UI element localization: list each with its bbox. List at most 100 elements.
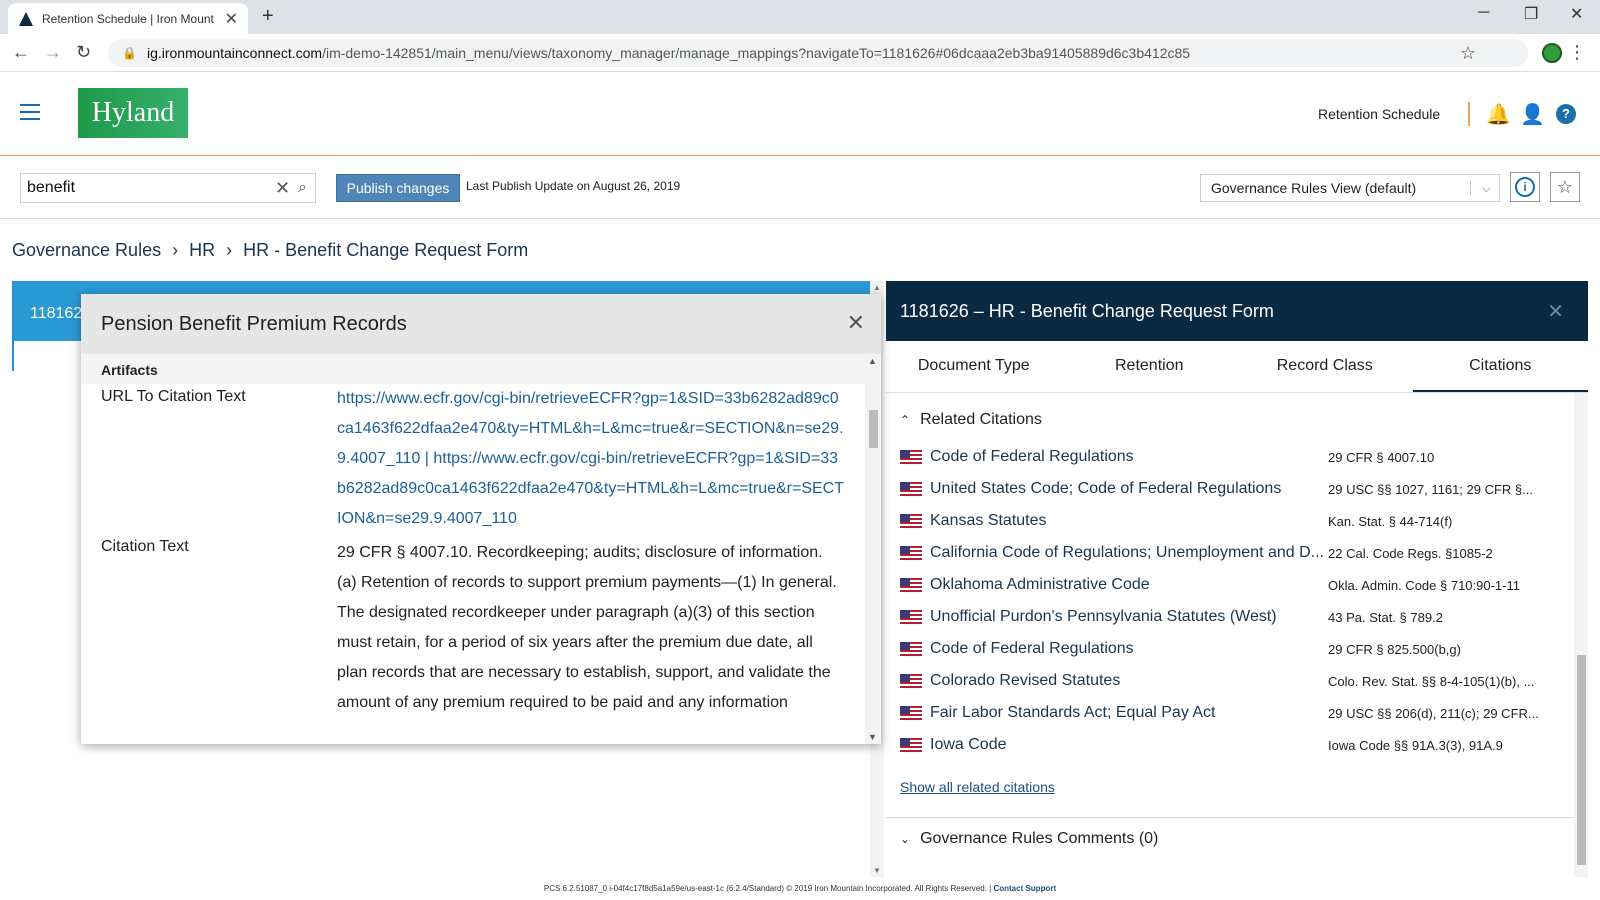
us-flag-icon (900, 546, 922, 560)
breadcrumb-item[interactable]: HR (189, 240, 215, 260)
us-flag-icon (900, 642, 922, 656)
citation-ref: 22 Cal. Code Regs. §1085-2 (1328, 545, 1493, 561)
footer: PCS 6.2.51087_0 i-04f4c17f8d5a1a59e/us-e… (0, 884, 1600, 893)
artifacts-section: Artifacts (81, 354, 865, 384)
menu-kebab-icon[interactable]: ⋮ (1568, 42, 1586, 63)
citation-name[interactable]: Colorado Revised Statutes (930, 672, 1328, 690)
close-icon[interactable]: ✕ (847, 310, 865, 336)
contact-support-link[interactable]: Contact Support (993, 884, 1056, 893)
us-flag-icon (900, 706, 922, 720)
app-header: Hyland Retention Schedule 🔔 👤 ? (0, 72, 1600, 156)
citation-name[interactable]: Iowa Code (930, 736, 1328, 754)
citation-name[interactable]: Oklahoma Administrative Code (930, 576, 1328, 594)
citation-name[interactable]: California Code of Regulations; Unemploy… (930, 544, 1328, 562)
lock-icon: 🔒 (122, 46, 137, 60)
select-divider (1470, 181, 1471, 195)
tab-retention[interactable]: Retention (1062, 341, 1238, 392)
hamburger-menu-icon[interactable] (20, 104, 40, 125)
chevron-down-icon: ⌵ (1481, 180, 1491, 195)
citation-item: Colorado Revised Statutes Colo. Rev. Stat… (900, 665, 1560, 697)
us-flag-icon (900, 514, 922, 528)
us-flag-icon (900, 578, 922, 592)
search-input[interactable] (21, 179, 275, 197)
reload-icon[interactable]: ↻ (76, 42, 91, 63)
scroll-down-icon[interactable]: ▼ (873, 866, 881, 875)
new-tab-icon[interactable]: + (262, 5, 274, 28)
publish-changes-button[interactable]: Publish changes (336, 174, 460, 202)
detail-panel: 1181626 – HR - Benefit Change Request Fo… (886, 281, 1588, 877)
panel-tabs: Document Type Retention Record Class Cit… (886, 341, 1588, 393)
close-tab-icon[interactable]: ✕ (225, 9, 238, 29)
citation-ref: Kan. Stat. § 44-714(f) (1328, 513, 1453, 529)
hyland-logo: Hyland (78, 88, 188, 138)
close-icon[interactable]: ✕ (1547, 299, 1564, 324)
help-icon[interactable]: ? (1556, 104, 1576, 124)
modal-scrollbar[interactable]: ▲ ▼ (865, 354, 881, 744)
citation-item: Iowa Code Iowa Code §§ 91A.3(3), 91A.9 (900, 729, 1560, 761)
extension-icon[interactable] (1542, 43, 1562, 63)
maximize-icon[interactable]: ❐ (1524, 4, 1538, 24)
scroll-thumb[interactable] (869, 410, 878, 448)
chevron-down-icon: ⌄ (900, 832, 911, 846)
close-window-icon[interactable]: ✕ (1570, 4, 1583, 24)
citation-item: Fair Labor Standards Act; Equal Pay Act 2… (900, 697, 1560, 729)
tab-citations[interactable]: Citations (1412, 341, 1588, 392)
last-publish-text: Last Publish Update on August 26, 2019 (466, 179, 681, 193)
us-flag-icon (900, 610, 922, 624)
footer-text: PCS 6.2.51087_0 i-04f4c17f8d5a1a59e/us-e… (543, 884, 992, 893)
citation-name[interactable]: Code of Federal Regulations (930, 448, 1328, 466)
view-select-value: Governance Rules View (default) (1211, 180, 1417, 196)
browser-tab[interactable]: Retention Schedule | Iron Mount ✕ (8, 3, 248, 34)
citation-ref: 29 CFR § 825.500(b,g) (1328, 641, 1461, 657)
search-icon[interactable]: ⌕ (298, 179, 307, 197)
citation-name[interactable]: Kansas Statutes (930, 512, 1328, 530)
back-icon[interactable]: ← (12, 42, 30, 63)
bookmark-star-icon[interactable]: ☆ (1460, 43, 1476, 64)
info-button[interactable]: i (1510, 172, 1540, 202)
breadcrumb-separator-icon: › (226, 240, 233, 260)
scroll-down-icon[interactable]: ▼ (868, 732, 877, 742)
left-record-id: 118162 (30, 305, 83, 322)
citation-ref: 43 Pa. Stat. § 789.2 (1328, 609, 1443, 625)
related-citations-toggle[interactable]: ⌃ Related Citations (886, 393, 1574, 429)
citation-url-link[interactable]: https://www.ecfr.gov/cgi-bin/retrieveECF… (337, 384, 845, 534)
citation-name[interactable]: Code of Federal Regulations (930, 640, 1328, 658)
citation-item: Unofficial Purdon's Pennsylvania Statute… (900, 601, 1560, 633)
citation-ref: 29 USC §§ 206(d), 211(c); 29 CFR... (1328, 705, 1539, 721)
citation-ref: Okla. Admin. Code § 710:90-1-11 (1328, 577, 1520, 593)
comments-toggle[interactable]: ⌄ Governance Rules Comments (0) (886, 817, 1574, 860)
scroll-up-icon[interactable]: ▲ (873, 283, 881, 292)
panel-title: 1181626 – HR - Benefit Change Request Fo… (900, 301, 1274, 321)
forward-icon[interactable]: → (44, 42, 62, 63)
section-title: Retention Schedule (1318, 106, 1441, 122)
show-all-citations-link[interactable]: Show all related citations (900, 779, 1055, 795)
header-divider (1468, 102, 1470, 126)
breadcrumb-item[interactable]: Governance Rules (12, 240, 161, 260)
url-host: ig.ironmountainconnect.com (146, 45, 323, 61)
citation-name[interactable]: United States Code; Code of Federal Regu… (930, 480, 1328, 498)
citation-ref: 29 CFR § 4007.10 (1328, 449, 1435, 465)
scroll-up-icon[interactable]: ▲ (868, 356, 877, 366)
panel-header: 1181626 – HR - Benefit Change Request Fo… (886, 281, 1588, 341)
us-flag-icon (900, 738, 922, 752)
citation-item: California Code of Regulations; Unemploy… (900, 537, 1560, 569)
citation-name[interactable]: Fair Labor Standards Act; Equal Pay Act (930, 704, 1328, 722)
clear-icon[interactable]: ✕ (275, 178, 290, 199)
panel-scrollbar[interactable] (1574, 393, 1588, 877)
favorite-star-button[interactable]: ☆ (1550, 172, 1580, 202)
minimize-icon[interactable]: ─ (1478, 4, 1489, 22)
tab-record-class[interactable]: Record Class (1237, 341, 1413, 392)
tab-document-type[interactable]: Document Type (886, 341, 1062, 392)
us-flag-icon (900, 674, 922, 688)
citation-ref: 29 USC §§ 1027, 1161; 29 CFR §... (1328, 481, 1533, 497)
user-icon[interactable]: 👤 (1520, 102, 1545, 127)
citation-name[interactable]: Unofficial Purdon's Pennsylvania Statute… (930, 608, 1328, 626)
modal-title: Pension Benefit Premium Records (101, 312, 407, 335)
bell-icon[interactable]: 🔔 (1486, 102, 1511, 127)
citation-item: United States Code; Code of Federal Regu… (900, 473, 1560, 505)
view-select[interactable]: Governance Rules View (default) ⌵ (1200, 174, 1500, 202)
scroll-thumb[interactable] (1577, 655, 1586, 865)
url-field[interactable]: 🔒 ig.ironmountainconnect.com /im-demo-14… (108, 39, 1528, 67)
comments-heading: Governance Rules Comments (0) (920, 830, 1159, 847)
citation-item: Code of Federal Regulations 29 CFR § 825.… (900, 633, 1560, 665)
